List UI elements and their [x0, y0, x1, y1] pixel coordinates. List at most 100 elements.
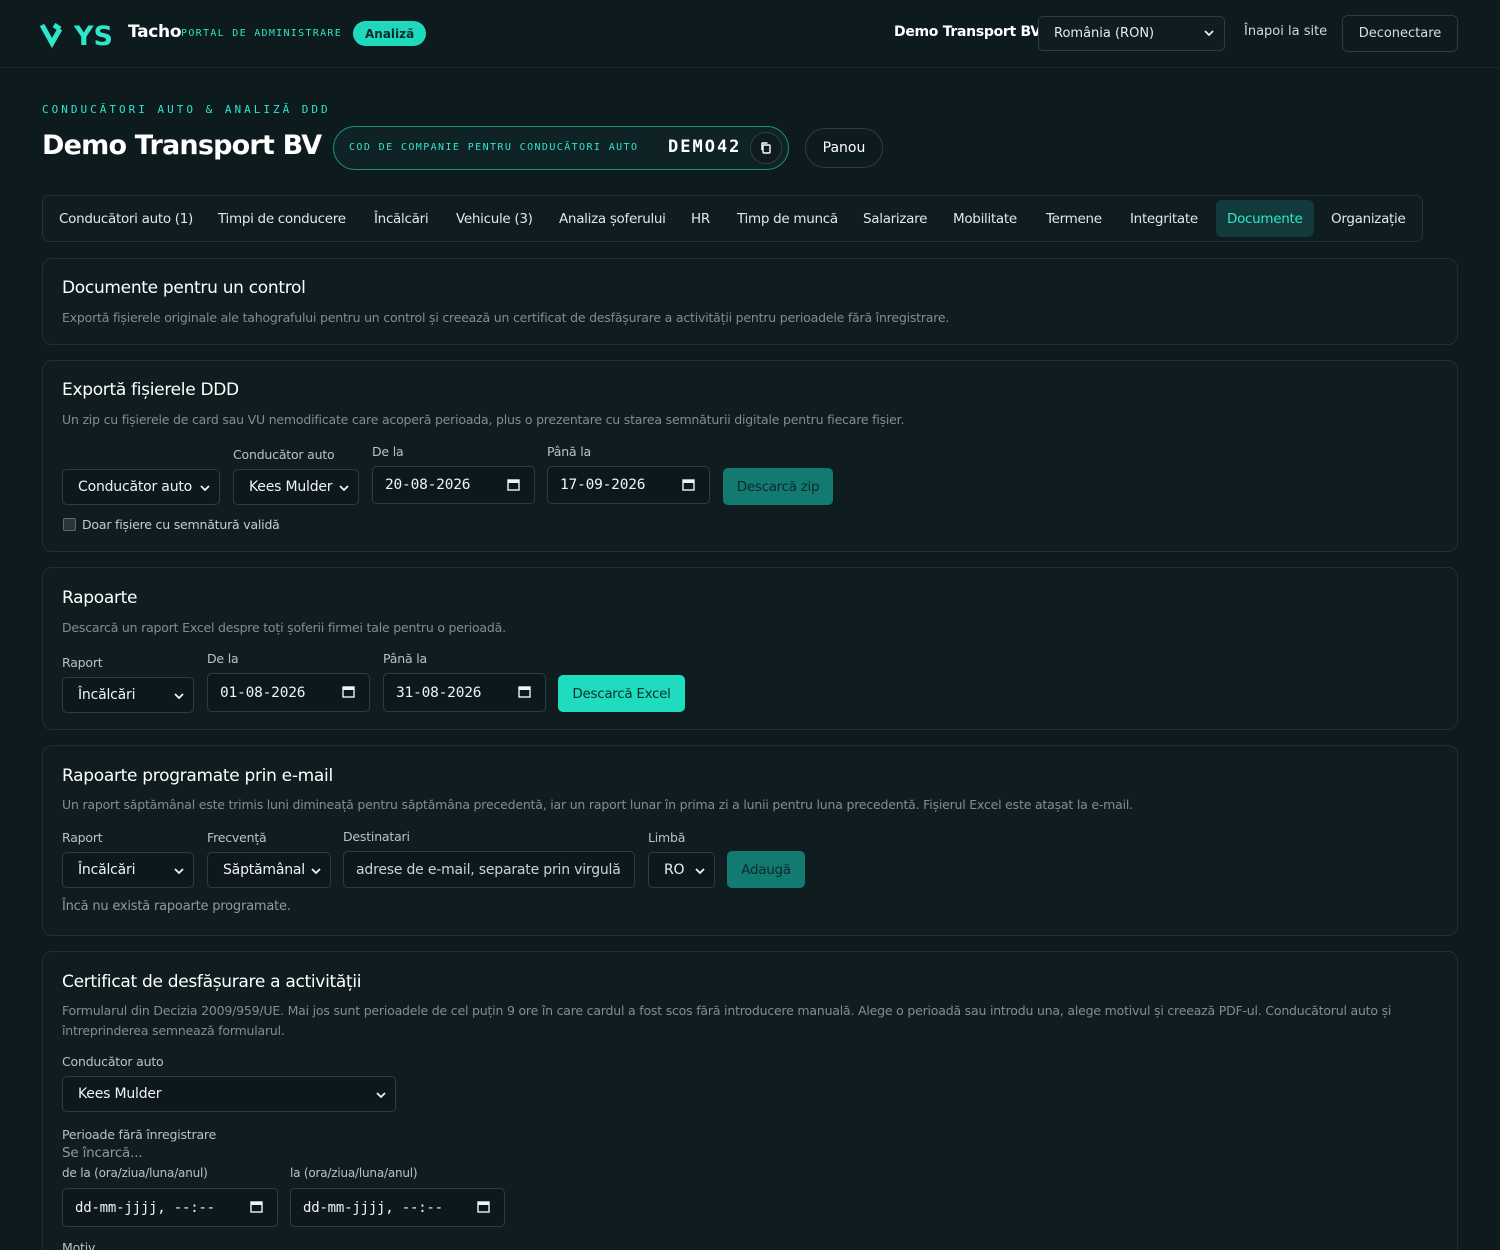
- reports-from-date-input[interactable]: 01-08-2026: [207, 673, 370, 712]
- tab-integrity[interactable]: Integritate: [1119, 200, 1209, 237]
- chevron-down-icon: [200, 485, 210, 492]
- scheduled-title: Rapoarte programate prin e-mail: [62, 766, 333, 786]
- chevron-down-icon: [339, 485, 349, 492]
- calendar-icon: [518, 686, 531, 698]
- period-to-input[interactable]: dd-mm-jjjj, --:--: [290, 1188, 505, 1227]
- certificate-title: Certificat de desfășurare a activității: [62, 972, 362, 992]
- tab-working-time[interactable]: Timp de muncă: [726, 200, 849, 237]
- period-from-label: de la (ora/ziua/luna/anul): [62, 1166, 208, 1180]
- region-select[interactable]: România (RON): [1038, 16, 1225, 51]
- analysis-badge: Analiză: [353, 21, 427, 46]
- reports-to-date-value: 31-08-2026: [396, 684, 482, 701]
- frequency-label: Frecvență: [207, 830, 267, 845]
- periods-loading: Se încarcă...: [62, 1145, 143, 1161]
- period-from-input[interactable]: dd-mm-jjjj, --:--: [62, 1188, 278, 1227]
- add-schedule-button[interactable]: Adaugă: [727, 851, 805, 888]
- calendar-icon: [682, 479, 695, 491]
- logo[interactable]: YS: [40, 18, 120, 50]
- company-code-pill: COD DE COMPANIE PENTRU CONDUCĂTORI AUTO …: [333, 126, 789, 170]
- copy-code-button[interactable]: [750, 132, 782, 164]
- control-docs-card: Documente pentru un control Exportă fiși…: [42, 258, 1458, 345]
- company-code-label: COD DE COMPANIE PENTRU CONDUCĂTORI AUTO: [349, 142, 639, 153]
- reports-title: Rapoarte: [62, 588, 138, 608]
- tab-driver-analysis[interactable]: Analiza șoferului: [548, 200, 677, 237]
- tab-documents[interactable]: Documente: [1216, 200, 1314, 237]
- calendar-icon: [342, 686, 355, 698]
- logo-icon: YS: [40, 21, 113, 49]
- certificate-driver-label: Conducător auto: [62, 1054, 164, 1069]
- page-title: Demo Transport BV: [42, 130, 322, 161]
- chevron-down-icon: [376, 1092, 386, 1099]
- export-ddd-title: Exportă fișierele DDD: [62, 380, 239, 400]
- tab-payroll[interactable]: Salarizare: [852, 200, 938, 237]
- reports-to-date-input[interactable]: 31-08-2026: [383, 673, 546, 712]
- report-label: Raport: [62, 655, 103, 670]
- to-date-input[interactable]: 17-09-2026: [547, 466, 710, 504]
- tab-violations[interactable]: Încălcări: [363, 200, 439, 237]
- brand-name: Tacho: [128, 22, 182, 42]
- certificate-description-line1: Formularul din Decizia 2009/959/UE. Mai …: [62, 1003, 1392, 1018]
- download-excel-button[interactable]: Descarcă Excel: [558, 675, 685, 712]
- tab-driving-times[interactable]: Timpi de conducere: [207, 200, 357, 237]
- export-ddd-card: Exportă fișierele DDD Un zip cu fișierel…: [42, 360, 1458, 552]
- tab-deadlines[interactable]: Termene: [1035, 200, 1113, 237]
- frequency-value: Săptămânal: [223, 862, 305, 878]
- no-schedules-note: Încă nu există rapoarte programate.: [62, 899, 291, 914]
- chevron-down-icon: [311, 868, 321, 875]
- frequency-select[interactable]: Săptămânal: [207, 852, 331, 888]
- report-select-value: Încălcări: [78, 687, 136, 703]
- from-date-input[interactable]: 20-08-2026: [372, 466, 535, 504]
- driver-select-value: Kees Mulder: [249, 479, 333, 495]
- source-type-select[interactable]: Conducător auto: [62, 469, 220, 505]
- scheduled-report-select[interactable]: Încălcări: [62, 852, 194, 888]
- tab-organization[interactable]: Organizație: [1320, 200, 1417, 237]
- recipients-input[interactable]: adrese de e-mail, separate prin virgulă: [343, 851, 635, 888]
- company-code-value: DEMO42: [668, 137, 742, 157]
- periods-label: Perioade fără înregistrare: [62, 1127, 217, 1142]
- tab-hr[interactable]: HR: [680, 200, 721, 237]
- tab-drivers[interactable]: Conducători auto (1): [48, 200, 204, 237]
- reports-card: Rapoarte Descarcă un raport Excel despre…: [42, 567, 1458, 730]
- section-tabs: Conducători auto (1) Timpi de conducere …: [42, 195, 1423, 242]
- language-value: RO: [664, 862, 685, 878]
- period-to-placeholder: dd-mm-jjjj, --:--: [303, 1199, 443, 1216]
- control-docs-title: Documente pentru un control: [62, 278, 306, 298]
- language-select[interactable]: RO: [648, 852, 715, 888]
- activity-certificate-card: Certificat de desfășurare a activității …: [42, 951, 1458, 1250]
- calendar-icon: [477, 1201, 490, 1213]
- from-label: De la: [372, 444, 404, 459]
- download-zip-button[interactable]: Descarcă zip: [723, 468, 833, 505]
- valid-signature-checkbox[interactable]: [63, 518, 76, 531]
- logout-button[interactable]: Deconectare: [1342, 15, 1458, 52]
- calendar-icon: [250, 1201, 263, 1213]
- panel-button[interactable]: Panou: [805, 128, 883, 168]
- chevron-down-icon: [174, 868, 184, 875]
- reports-to-label: Până la: [383, 651, 427, 666]
- scheduled-description: Un raport săptămânal este trimis luni di…: [62, 797, 1133, 812]
- reports-description: Descarcă un raport Excel despre toți șof…: [62, 620, 506, 635]
- report-select[interactable]: Încălcări: [62, 677, 194, 713]
- chevron-down-icon: [1204, 30, 1214, 37]
- driver-label: Conducător auto: [233, 447, 335, 462]
- driver-select[interactable]: Kees Mulder: [233, 469, 359, 505]
- period-to-label: la (ora/ziua/luna/anul): [290, 1166, 418, 1180]
- to-label: Până la: [547, 444, 591, 459]
- region-select-value: România (RON): [1054, 26, 1155, 41]
- export-ddd-description: Un zip cu fișierele de card sau VU nemod…: [62, 412, 905, 427]
- chevron-down-icon: [695, 868, 705, 875]
- certificate-driver-select[interactable]: Kees Mulder: [62, 1076, 396, 1112]
- reports-from-label: De la: [207, 651, 239, 666]
- tab-mobility[interactable]: Mobilitate: [942, 200, 1028, 237]
- scheduled-report-value: Încălcări: [78, 862, 136, 878]
- control-docs-description: Exportă fișierele originale ale tahograf…: [62, 310, 950, 325]
- tab-vehicles[interactable]: Vehicule (3): [445, 200, 544, 237]
- certificate-description-line2: întreprinderea semnează formularul.: [62, 1023, 285, 1038]
- copy-icon: [761, 142, 771, 154]
- header-company-name: Demo Transport BV: [894, 24, 1041, 40]
- reason-label: Motiv: [62, 1240, 96, 1250]
- chevron-down-icon: [174, 693, 184, 700]
- recipients-placeholder: adrese de e-mail, separate prin virgulă: [356, 861, 621, 878]
- source-type-value: Conducător auto: [78, 479, 193, 495]
- back-to-site-link[interactable]: Înapoi la site: [1244, 24, 1327, 39]
- calendar-icon: [507, 479, 520, 491]
